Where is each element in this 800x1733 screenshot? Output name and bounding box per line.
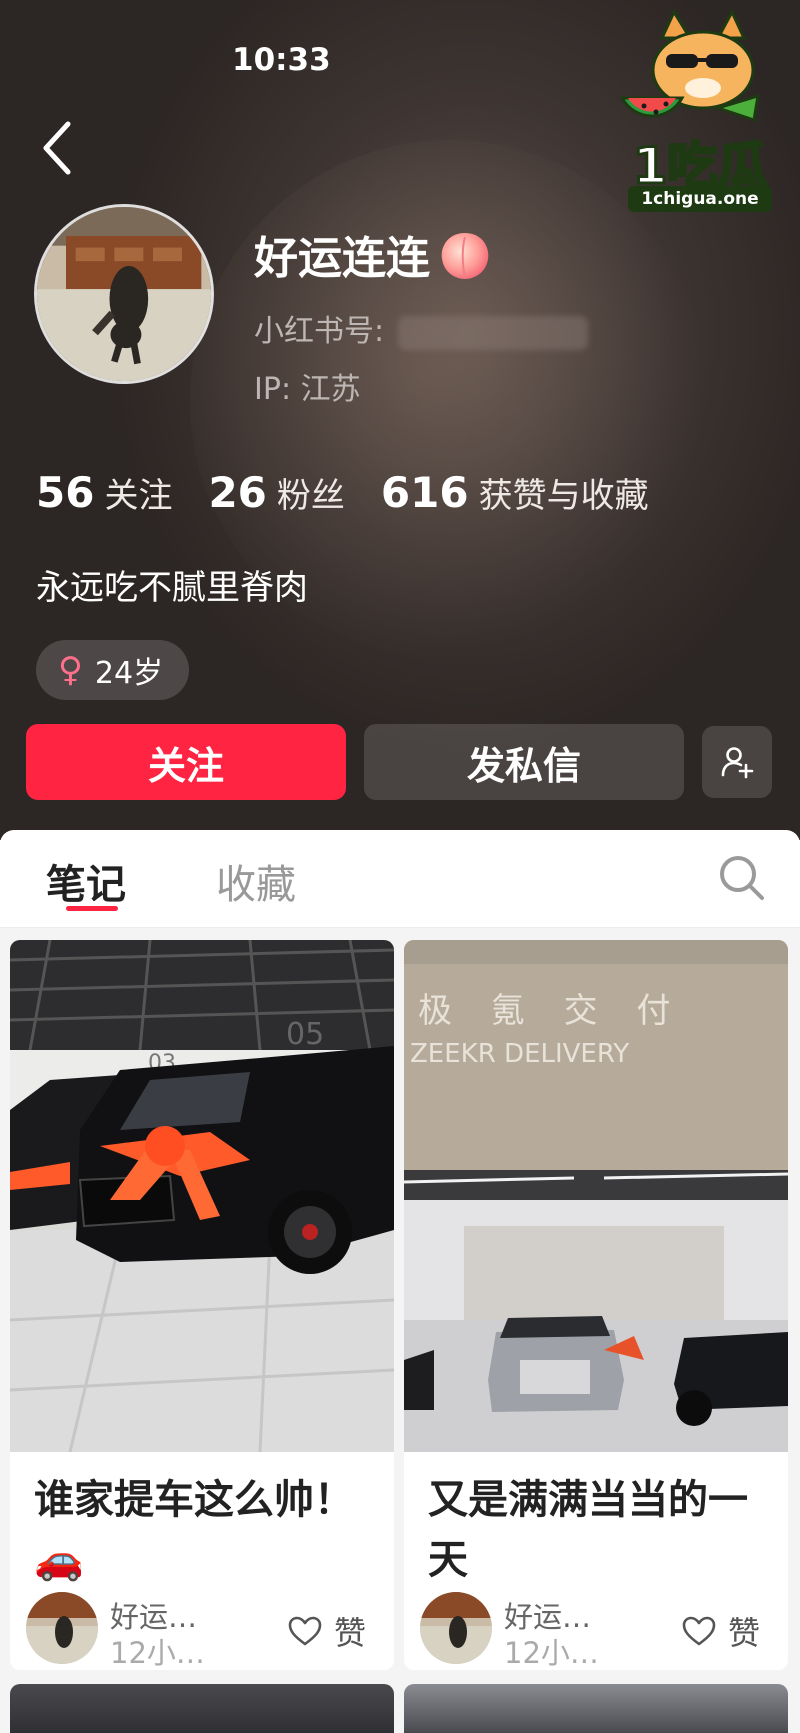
avatar-image <box>37 207 211 381</box>
watermark-site: 1chigua.one <box>628 186 772 212</box>
search-button[interactable] <box>716 852 768 904</box>
stat-label: 粉丝 <box>276 476 345 516</box>
back-arrow-icon <box>43 121 71 175</box>
svg-text:ZEEKR DELIVERY: ZEEKR DELIVERY <box>410 1039 629 1069</box>
author-avatar-image <box>420 1592 492 1664</box>
like-button[interactable]: 赞 <box>288 1608 366 1654</box>
note-card-partial[interactable] <box>404 1684 788 1733</box>
avatar[interactable] <box>34 204 214 384</box>
author-avatar[interactable] <box>420 1592 492 1664</box>
profile-bio: 永远吃不腻里脊肉 <box>36 568 308 608</box>
stat-value: 26 <box>208 468 267 517</box>
stat-label: 获赞与收藏 <box>478 476 649 516</box>
heart-icon <box>288 1616 322 1646</box>
watermark-logo: 1吃瓜 1chigua.one <box>608 8 792 214</box>
post-time: 12小… <box>504 1636 599 1670</box>
fox-mascot-icon <box>619 8 760 122</box>
active-tab-indicator <box>66 906 118 911</box>
svg-text:05: 05 <box>286 1017 324 1052</box>
profile-stats: 56 关注 26 粉丝 616 获赞与收藏 <box>36 468 685 517</box>
note-card[interactable]: 极 氪 交 付 ZEEKR DELIVERY 又是满满当当的一天 好运… 12小… <box>404 940 788 1670</box>
status-time: 10:33 <box>232 42 331 78</box>
nickname-text: 好运连连 <box>254 233 430 284</box>
female-icon: ♀ <box>58 650 83 690</box>
note-title: 又是满满当当的一天 <box>428 1477 748 1583</box>
ip-location: IP: 江苏 <box>254 372 361 407</box>
like-label: 赞 <box>334 1614 367 1652</box>
note-card-partial[interactable] <box>10 1684 394 1733</box>
note-meta: 好运… 12小… 赞 <box>26 1592 386 1670</box>
author-avatar[interactable] <box>26 1592 98 1664</box>
note-card[interactable]: 03 05 谁家提车这么帅！🚗 好运… 12小… 赞 <box>10 940 394 1670</box>
add-user-icon <box>721 747 754 779</box>
red-id: 小红书号: <box>254 306 589 350</box>
note-meta: 好运… 12小… 赞 <box>420 1592 780 1670</box>
stat-likes-collects[interactable]: 616 获赞与收藏 <box>381 468 649 517</box>
stat-label: 关注 <box>104 476 173 516</box>
message-button[interactable]: 发私信 <box>364 724 684 800</box>
stat-following[interactable]: 56 关注 <box>36 468 172 517</box>
note-cover-image: 极 氪 交 付 ZEEKR DELIVERY <box>404 940 788 1452</box>
red-id-value-redacted <box>398 315 589 350</box>
like-label: 赞 <box>728 1614 761 1652</box>
age-gender-tag: ♀ 24岁 <box>36 640 190 700</box>
profile-nickname: 好运连连 <box>254 222 494 286</box>
add-friend-button[interactable] <box>702 726 772 798</box>
stat-value: 616 <box>380 468 469 517</box>
like-button[interactable]: 赞 <box>682 1608 760 1654</box>
red-id-label: 小红书号: <box>254 314 385 349</box>
peach-icon <box>441 233 489 279</box>
note-title: 谁家提车这么帅！🚗 <box>34 1477 354 1583</box>
content-tabs: 笔记 收藏 <box>0 830 800 928</box>
stat-followers[interactable]: 26 粉丝 <box>208 468 344 517</box>
search-icon <box>720 856 764 900</box>
stat-value: 56 <box>36 468 95 517</box>
follow-button[interactable]: 关注 <box>26 724 346 800</box>
back-button[interactable] <box>38 118 78 178</box>
age-label: 24岁 <box>94 656 164 691</box>
tab-notes[interactable]: 笔记 <box>46 852 126 910</box>
tab-collections[interactable]: 收藏 <box>216 852 296 910</box>
author-avatar-image <box>26 1592 98 1664</box>
note-cover-image: 03 05 <box>10 940 394 1452</box>
svg-text:极 氪 交 付: 极 氪 交 付 <box>418 991 684 1031</box>
post-time: 12小… <box>110 1636 205 1670</box>
heart-icon <box>682 1616 716 1646</box>
